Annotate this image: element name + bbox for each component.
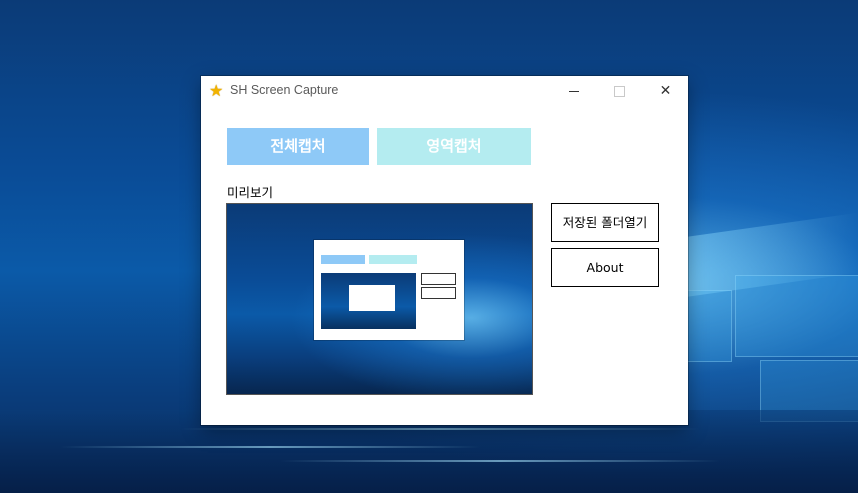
maximize-icon (614, 85, 625, 97)
area-capture-button[interactable]: 영역캡처 (377, 128, 531, 165)
preview-image (226, 203, 533, 395)
window-title: SH Screen Capture (230, 83, 339, 97)
star-icon: ★ (209, 81, 224, 100)
close-button[interactable]: ✕ (643, 76, 688, 106)
maximize-button[interactable] (597, 76, 642, 106)
minimize-button[interactable] (551, 76, 596, 106)
open-saved-folder-button[interactable]: 저장된 폴더열기 (551, 203, 659, 242)
preview-window-thumbnail (314, 240, 464, 340)
app-window: ★ SH Screen Capture ✕ 전체캡처 영역캡처 미리보기 저장된… (201, 76, 688, 425)
title-bar[interactable]: ★ SH Screen Capture ✕ (201, 76, 688, 106)
full-capture-button[interactable]: 전체캡처 (227, 128, 369, 165)
preview-label: 미리보기 (227, 185, 274, 200)
about-button[interactable]: About (551, 248, 659, 287)
minimize-icon (568, 90, 579, 92)
close-icon: ✕ (659, 83, 672, 99)
